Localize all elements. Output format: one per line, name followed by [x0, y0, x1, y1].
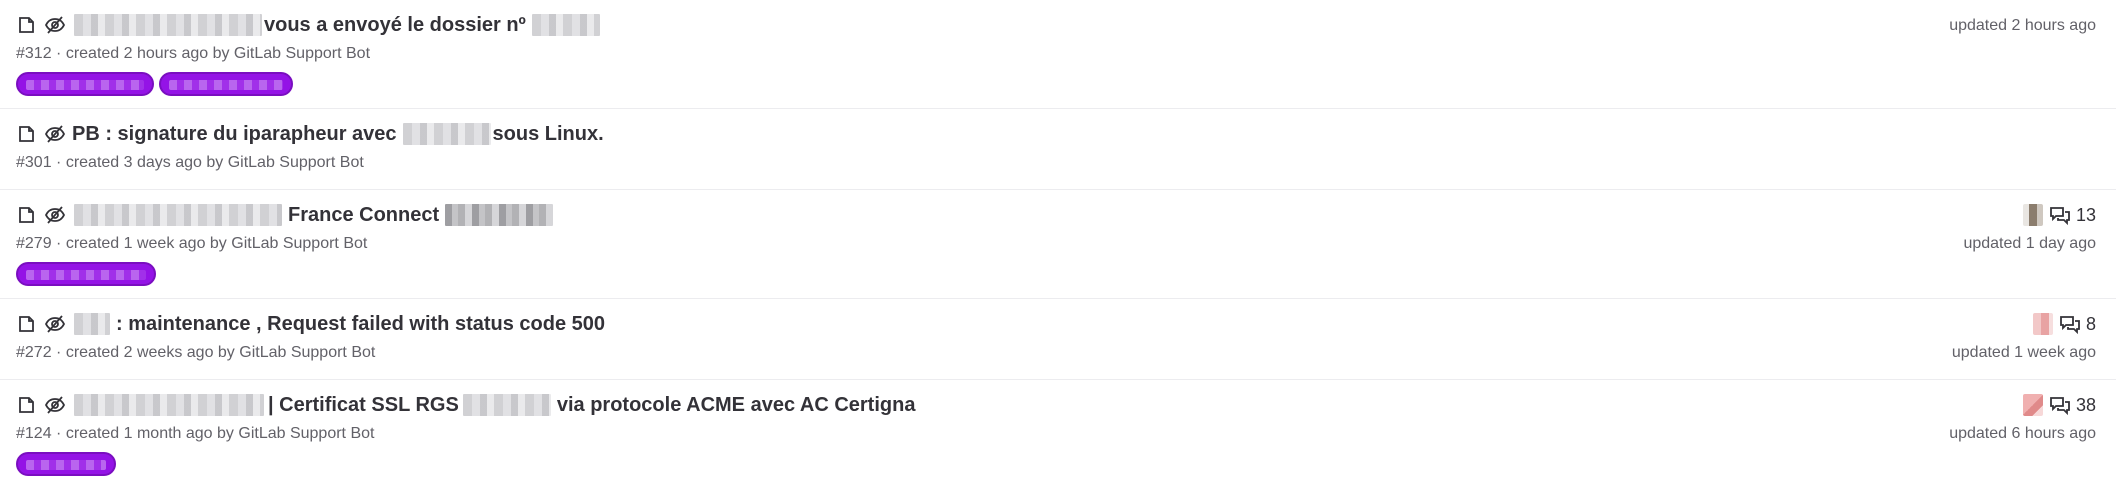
issue-open-icon [16, 123, 38, 145]
issue-labels [16, 72, 2096, 96]
issue-meta: #301 · created 3 days ago by GitLab Supp… [16, 154, 364, 171]
issue-icons [16, 204, 66, 226]
redacted-text [531, 14, 600, 36]
comments-icon [2050, 397, 2070, 416]
redacted-text [462, 394, 551, 416]
comments-icon [2060, 316, 2080, 335]
label-badge[interactable] [159, 72, 293, 96]
label-badge[interactable] [16, 72, 154, 96]
redacted-text [445, 204, 554, 226]
issue-right-col: 38 updated 6 hours ago [1949, 392, 2096, 444]
redacted-text [74, 204, 282, 226]
issue-title-line: vous a envoyé le dossier nº [16, 12, 2096, 38]
issue-row: | Certificat SSL RGS via protocole ACME … [0, 380, 2116, 488]
issue-title-text: | Certificat SSL RGS [268, 393, 459, 416]
eye-slash-icon [44, 204, 66, 226]
label-badge[interactable] [16, 452, 116, 476]
redacted-text [74, 313, 110, 335]
issue-title-text: vous a envoyé le dossier nº [264, 13, 526, 36]
issue-meta: #312 · created 2 hours ago by GitLab Sup… [16, 45, 371, 62]
issue-icons [16, 123, 66, 145]
issue-title-text: sous Linux. [492, 122, 604, 145]
issue-icons [16, 394, 66, 416]
updated-at: updated 6 hours ago [1949, 425, 2096, 442]
issue-title-line: PB : signature du iparapheur avec sous L… [16, 121, 2096, 147]
redacted-text [74, 394, 264, 416]
updated-at: updated 2 hours ago [1949, 17, 2096, 34]
issue-title-line: | Certificat SSL RGS via protocole ACME … [16, 392, 2096, 418]
issue-title-text: : maintenance , Request failed with stat… [116, 312, 606, 335]
issue-row: PB : signature du iparapheur avec sous L… [0, 109, 2116, 190]
issue-title-line: France Connect [16, 202, 2096, 228]
assignee-avatar[interactable] [2022, 394, 2043, 416]
comments-count[interactable]: 13 [2049, 204, 2096, 226]
updated-at: updated 1 day ago [1963, 235, 2096, 252]
issue-right-col: 13 updated 1 day ago [1963, 202, 2096, 254]
issue-right-col: 8 updated 1 week ago [1952, 311, 2096, 363]
comments-count[interactable]: 8 [2059, 313, 2096, 335]
issue-open-icon [16, 204, 38, 226]
issue-labels [16, 452, 2096, 476]
issue-open-icon [16, 313, 38, 335]
issue-row: France Connect #279 · created 1 week ago… [0, 190, 2116, 299]
issue-row: vous a envoyé le dossier nº #312 · creat… [0, 0, 2116, 109]
issue-row: : maintenance , Request failed with stat… [0, 299, 2116, 380]
issue-title-text: via protocole ACME avec AC Certigna [556, 393, 916, 416]
issue-title[interactable]: | Certificat SSL RGS via protocole ACME … [72, 394, 915, 417]
comments-icon [2050, 207, 2070, 226]
issue-open-icon [16, 14, 38, 36]
issue-list: vous a envoyé le dossier nº #312 · creat… [0, 0, 2116, 488]
issue-icons [16, 313, 66, 335]
comments-count[interactable]: 38 [2049, 394, 2096, 416]
issue-title[interactable]: PB : signature du iparapheur avec sous L… [72, 123, 604, 146]
issue-meta: #124 · created 1 month ago by GitLab Sup… [16, 425, 375, 442]
issue-meta: #279 · created 1 week ago by GitLab Supp… [16, 235, 368, 252]
issue-right-col: updated 2 hours ago [1949, 12, 2096, 36]
eye-slash-icon [44, 123, 66, 145]
comments-number: 38 [2075, 394, 2096, 415]
eye-slash-icon [44, 14, 66, 36]
issue-title-line: : maintenance , Request failed with stat… [16, 311, 2096, 337]
issue-open-icon [16, 394, 38, 416]
issue-stats: 13 [2022, 202, 2096, 228]
updated-at: updated 1 week ago [1951, 344, 2096, 361]
comments-number: 13 [2075, 204, 2096, 225]
assignee-avatar[interactable] [2022, 204, 2043, 226]
issue-title[interactable]: vous a envoyé le dossier nº [72, 14, 602, 37]
assignee-avatar[interactable] [2032, 313, 2053, 335]
issue-stats: 8 [2032, 311, 2096, 337]
redacted-text [402, 123, 491, 145]
issue-title-text: PB : signature du iparapheur avec [72, 122, 397, 145]
issue-labels [16, 262, 2096, 286]
issue-title[interactable]: : maintenance , Request failed with stat… [72, 313, 605, 336]
comments-number: 8 [2085, 313, 2096, 334]
issue-title[interactable]: France Connect [72, 204, 555, 227]
issue-stats: 38 [2022, 392, 2096, 418]
issue-icons [16, 14, 66, 36]
issue-meta: #272 · created 2 weeks ago by GitLab Sup… [16, 344, 376, 361]
redacted-text [74, 14, 262, 36]
issue-title-text: France Connect [288, 203, 440, 226]
eye-slash-icon [44, 313, 66, 335]
label-badge[interactable] [16, 262, 156, 286]
eye-slash-icon [44, 394, 66, 416]
